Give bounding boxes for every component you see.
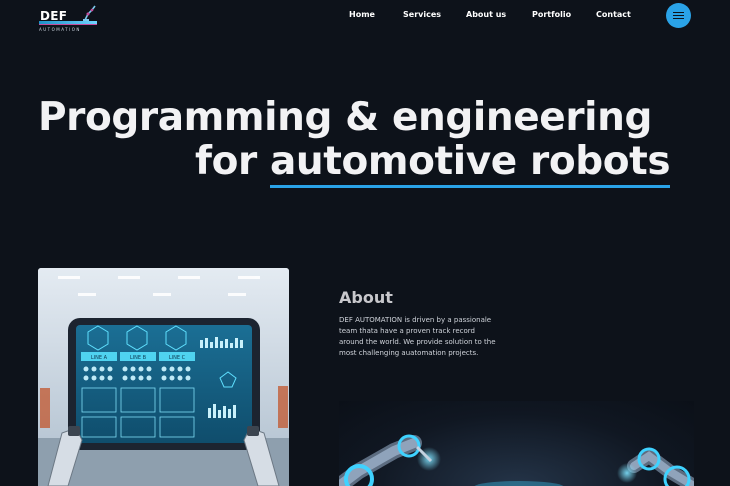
logo-stripe-accent bbox=[39, 24, 97, 25]
about-text: DEF AUTOMATION is driven by a passionale… bbox=[339, 316, 496, 357]
factory-tablet-photo: LINE A LINE B LINE C bbox=[38, 268, 289, 486]
screen-line-a: LINE A bbox=[91, 355, 108, 361]
hero-underline bbox=[269, 185, 671, 188]
nav-contact[interactable]: Contact bbox=[596, 10, 631, 19]
nav-about-us[interactable]: About us bbox=[466, 10, 506, 19]
hero-line-2: for automotive robots bbox=[195, 139, 671, 188]
hero-highlight: automotive robots bbox=[269, 139, 671, 188]
hero-highlight-text: automotive robots bbox=[269, 139, 671, 184]
menu-line-icon bbox=[673, 15, 684, 17]
nav-services[interactable]: Services bbox=[403, 10, 441, 19]
about-title: About bbox=[339, 288, 393, 307]
hamburger-menu-button[interactable] bbox=[666, 3, 691, 28]
logo-tagline: AUTOMATION bbox=[39, 27, 81, 32]
robot-arms-photo bbox=[339, 401, 694, 486]
screen-line-c: LINE C bbox=[169, 355, 186, 361]
about-section: About DEF AUTOMATION is driven by a pass… bbox=[339, 288, 496, 357]
menu-line-icon bbox=[673, 12, 684, 14]
factory-tablet-illustration: LINE A LINE B LINE C bbox=[38, 268, 289, 486]
main-nav: Home Services About us Portfolio Contact bbox=[0, 10, 730, 22]
nav-home[interactable]: Home bbox=[349, 10, 375, 19]
hero-prefix: for bbox=[195, 139, 270, 184]
nav-portfolio[interactable]: Portfolio bbox=[532, 10, 571, 19]
screen-line-b: LINE B bbox=[130, 355, 147, 361]
robot-arms-illustration bbox=[339, 434, 694, 486]
menu-line-icon bbox=[673, 18, 684, 20]
hero-line-1: Programming & engineering bbox=[38, 95, 653, 140]
